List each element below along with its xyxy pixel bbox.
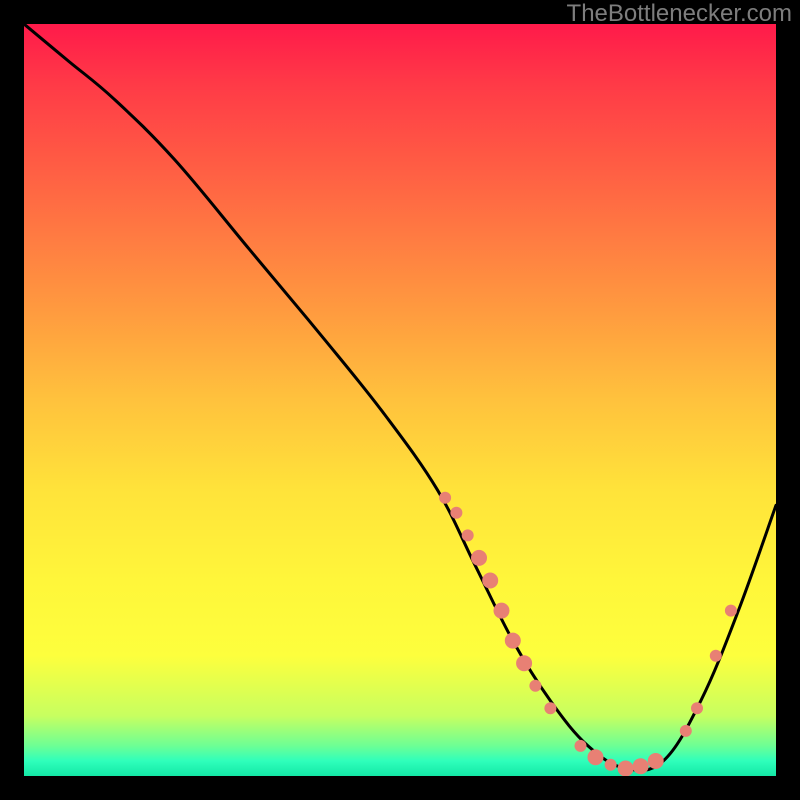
data-marker [725,605,737,617]
curve-layer [24,24,776,776]
chart-stage: TheBottlenecker.com [0,0,800,800]
data-marker [462,529,474,541]
data-marker [588,749,604,765]
data-marker [680,725,692,737]
plot-area [24,24,776,776]
data-marker [544,702,556,714]
data-marker [633,758,649,774]
data-marker [575,740,587,752]
data-marker [505,633,521,649]
data-markers [439,492,737,776]
data-marker [471,550,487,566]
data-marker [618,761,634,777]
data-marker [482,573,498,589]
data-marker [691,702,703,714]
watermark-text: TheBottlenecker.com [567,0,792,28]
data-marker [648,753,664,769]
data-marker [494,603,510,619]
data-marker [439,492,451,504]
data-marker [516,655,532,671]
bottleneck-curve [24,24,776,771]
data-marker [710,650,722,662]
data-marker [450,507,462,519]
data-marker [529,680,541,692]
data-marker [605,759,617,771]
